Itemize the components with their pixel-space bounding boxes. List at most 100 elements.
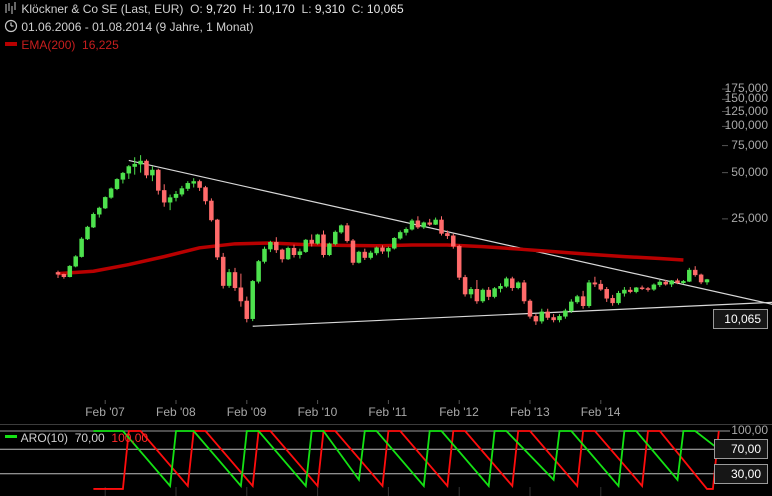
candle-body (504, 278, 509, 287)
aroon-swatch-icon (5, 435, 17, 438)
candle-body (397, 232, 403, 239)
candle-body (185, 183, 191, 189)
candle-body (179, 188, 185, 195)
candle (421, 221, 427, 229)
candle (338, 224, 344, 234)
candle (321, 230, 326, 258)
candle (279, 248, 285, 263)
candle (262, 246, 267, 264)
candle-body (610, 298, 615, 304)
candle (468, 287, 474, 299)
candle-body (262, 248, 267, 262)
candle (120, 171, 126, 184)
candle-body (220, 256, 226, 286)
ohlc-open-label: O: (190, 2, 203, 16)
clock-icon (4, 19, 18, 33)
candle (622, 287, 627, 297)
candle-body (622, 289, 627, 294)
candle (480, 288, 486, 303)
chart-canvas[interactable] (0, 0, 772, 496)
candle (533, 314, 539, 325)
candle-body (687, 269, 692, 282)
candle (368, 250, 373, 260)
candle-body (421, 222, 427, 228)
period-text: 01.06.2006 - 01.08.2014 (9 Jahre, 1 Mona… (21, 20, 254, 34)
candle-body (97, 207, 102, 215)
candle-body (527, 300, 533, 317)
instrument-name: Klöckner & Co SE (Last, EUR) (21, 2, 184, 16)
x-tick: Feb '07 (85, 405, 125, 419)
candle (486, 287, 491, 301)
candle-body (67, 265, 73, 277)
candle-body (480, 289, 486, 302)
candle-body (120, 172, 126, 180)
x-tick: Feb '11 (368, 405, 408, 419)
candle (645, 287, 651, 292)
candle (203, 185, 208, 205)
aroon-up-value: 70,00 (74, 431, 105, 445)
candle-body (209, 200, 214, 221)
ema-legend: EMA(200) 16,225 (4, 37, 119, 53)
candle-body (545, 311, 550, 318)
ema-label: EMA(200) (21, 38, 76, 52)
candle (256, 259, 261, 284)
aroon-label: ARO(10) (20, 431, 69, 445)
candle-body (486, 289, 491, 297)
candle (232, 267, 238, 291)
candle (545, 308, 550, 320)
candle (687, 267, 692, 283)
candle (698, 273, 704, 285)
candle-body (574, 296, 580, 303)
candle (191, 178, 196, 188)
x-tick: Feb '09 (226, 405, 267, 419)
candle (132, 157, 137, 175)
candle-body (539, 311, 545, 322)
candle (333, 230, 338, 246)
candle (510, 276, 515, 291)
candle-body (427, 222, 432, 225)
candle-body (368, 252, 373, 258)
x-tick: Feb '13 (510, 405, 550, 419)
candle-body (569, 301, 574, 312)
last-price-badge: 10,065 (713, 309, 768, 329)
candle (55, 270, 61, 279)
candle-body (445, 233, 450, 237)
candle (350, 238, 356, 266)
candle (551, 314, 556, 323)
candle (462, 274, 468, 297)
y-tick: 100,000 (724, 118, 768, 133)
candle-body (244, 300, 250, 319)
candle-body (55, 272, 61, 275)
candle-body (563, 310, 568, 317)
x-tick: Feb '12 (439, 405, 479, 419)
ohlc-high: 10,170 (258, 2, 295, 16)
ohlc-close: 10,065 (366, 2, 404, 16)
candle (356, 250, 362, 264)
candle (657, 280, 663, 288)
candle (610, 294, 615, 306)
candle (362, 248, 368, 260)
candle-body (297, 251, 303, 256)
candle-body (303, 239, 309, 252)
candle-body (675, 280, 680, 283)
candle (557, 314, 562, 323)
candle-body (91, 213, 96, 228)
candle (521, 280, 527, 304)
candle (592, 276, 598, 288)
candle (344, 223, 350, 243)
candle-body (392, 237, 397, 249)
candle-body (226, 272, 232, 286)
candle-body (203, 187, 208, 202)
candle (386, 246, 391, 258)
candle-body (274, 242, 279, 251)
aroon-badge-70: 70,00 (713, 439, 768, 460)
candle (598, 280, 604, 291)
candle-body (616, 292, 621, 304)
candle (574, 294, 580, 304)
x-tick: Feb '14 (580, 405, 621, 419)
candle-body (498, 286, 503, 289)
candle-body (291, 247, 297, 256)
candle (669, 280, 674, 288)
candle (492, 287, 497, 299)
candle (167, 194, 173, 211)
